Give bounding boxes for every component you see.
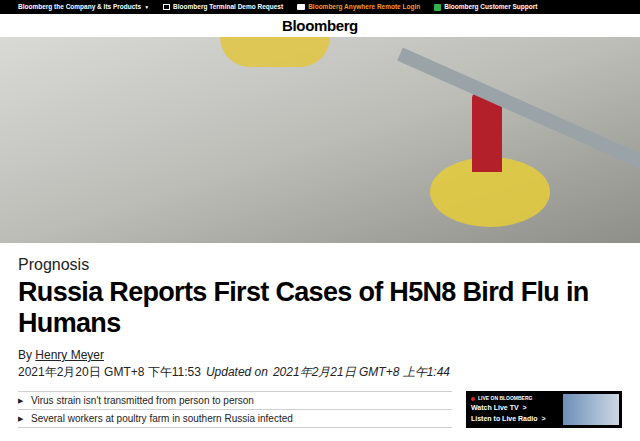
top-bar: Bloomberg the Company & Its Products▼Blo… <box>0 0 640 14</box>
kicker[interactable]: Prognosis <box>18 255 622 275</box>
bullet-text: Several workers at poultry farm in south… <box>31 412 293 425</box>
dates: 2021年2月20日 GMT+8 下午11:53 Updated on 2021年2… <box>18 365 622 380</box>
live-link[interactable]: Listen to Live Radio > <box>471 414 546 424</box>
bullet-text: Virus strain isn't transmitted from pers… <box>31 394 254 407</box>
top-link-label[interactable]: Bloomberg Customer Support <box>444 4 537 11</box>
live-link[interactable]: Watch Live TV > <box>471 403 546 413</box>
updated-label: Updated on <box>206 365 268 380</box>
live-link-arrow[interactable]: > <box>542 414 546 424</box>
top-link[interactable]: Bloomberg the Company & Its Products▼ <box>18 4 149 11</box>
byline: By Henry Meyer <box>18 348 622 363</box>
monitor-icon <box>297 4 305 10</box>
article-photo <box>0 37 640 243</box>
headline: Russia Reports First Cases of H5N8 Bird … <box>18 277 622 339</box>
terminal-icon <box>163 4 170 10</box>
top-link[interactable]: Bloomberg Terminal Demo Request <box>163 4 283 11</box>
live-dot-icon <box>471 397 475 401</box>
top-link-label[interactable]: Bloomberg Anywhere Remote Login <box>308 4 420 11</box>
support-icon <box>434 4 441 11</box>
bullet-list: ▶ Virus strain isn't transmitted from per… <box>18 391 452 428</box>
live-link-arrow[interactable]: > <box>523 403 527 413</box>
live-label-text: LIVE ON BLOOMBERG <box>478 395 532 402</box>
article: PrognosisRussia Reports First Cases of H… <box>0 243 640 428</box>
logo[interactable]: Bloomberg <box>282 18 358 33</box>
top-link[interactable]: Bloomberg Customer Support <box>434 4 537 11</box>
live-link-label[interactable]: Watch Live TV <box>471 403 519 413</box>
author-link[interactable]: Henry Meyer <box>35 348 104 362</box>
site-header: Bloomberg <box>0 14 640 37</box>
bullet-marker: ▶ <box>18 394 23 407</box>
summary-row: ▶ Virus strain isn't transmitted from per… <box>18 391 622 428</box>
bullet-item: ▶ Several workers at poultry farm in sout… <box>18 410 452 428</box>
live-box: LIVE ON BLOOMBERGWatch Live TV>Listen to… <box>466 391 622 428</box>
published-date: 2021年2月20日 GMT+8 下午11:53 <box>18 365 201 380</box>
live-label: LIVE ON BLOOMBERG <box>471 395 546 402</box>
top-link-label[interactable]: Bloomberg the Company & Its Products <box>18 4 141 11</box>
bullet-item: ▶ Virus strain isn't transmitted from per… <box>18 392 452 410</box>
byline-prefix: By <box>18 348 35 362</box>
bullet-marker: ▶ <box>18 412 23 425</box>
top-link[interactable]: Bloomberg Anywhere Remote Login <box>297 4 420 11</box>
live-link-label[interactable]: Listen to Live Radio <box>471 414 538 424</box>
feeder-shape <box>220 37 330 67</box>
updated-date: 2021年2月21日 GMT+8 上午1:44 <box>273 365 450 380</box>
dropdown-arrow[interactable]: ▼ <box>144 5 149 10</box>
live-thumbnail[interactable] <box>563 394 619 425</box>
top-link-label[interactable]: Bloomberg Terminal Demo Request <box>173 4 283 11</box>
live-links: LIVE ON BLOOMBERGWatch Live TV>Listen to… <box>471 395 546 424</box>
